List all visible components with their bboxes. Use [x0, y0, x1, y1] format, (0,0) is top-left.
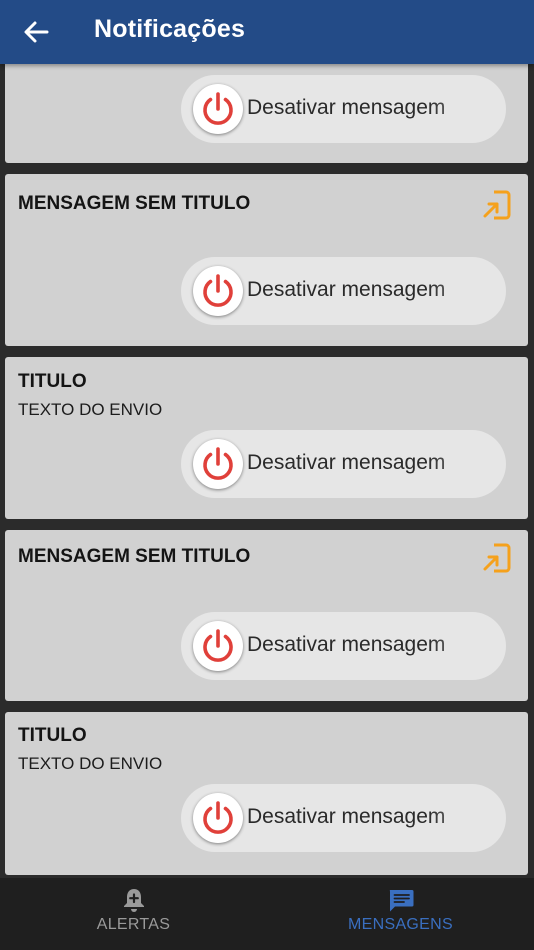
deactivate-message-button[interactable]: Desativar mensagem — [181, 257, 506, 325]
deactivate-message-button[interactable]: Desativar mensagem — [181, 430, 506, 498]
bottom-navigation: ALERTAS MENSAGENS — [0, 878, 534, 950]
message-icon — [389, 890, 413, 912]
card-text: TEXTO DO ENVIO — [18, 754, 163, 773]
bell-plus-icon — [123, 889, 144, 912]
page-title: Notificações — [94, 15, 246, 43]
card-text: TEXTO DO ENVIO — [18, 400, 163, 419]
card-title: MENSAGEM SEM TITULO — [18, 546, 251, 567]
deactivate-message-button[interactable]: Desativar mensagem — [181, 75, 506, 143]
nav-item-alertas[interactable]: ALERTAS — [0, 878, 267, 950]
card-title: TITULO — [18, 371, 87, 392]
app-bar: Notificações — [0, 0, 534, 64]
deactivate-message-button[interactable]: Desativar mensagem — [181, 784, 506, 852]
notification-card: Desativar mensagem — [5, 64, 528, 163]
power-icon — [193, 84, 243, 134]
notification-card: TITULO TEXTO DO ENVIO Desativar mensagem — [5, 357, 528, 519]
deactivate-message-label: Desativar mensagem — [247, 451, 446, 474]
deactivate-message-label: Desativar mensagem — [247, 278, 446, 301]
power-icon — [193, 621, 243, 671]
back-button[interactable] — [18, 16, 54, 48]
notification-card: MENSAGEM SEM TITULO Desativar mensagem — [5, 530, 528, 701]
deactivate-message-label: Desativar mensagem — [247, 633, 446, 656]
card-title: TITULO — [18, 725, 87, 746]
nav-label-mensagens: MENSAGENS — [348, 916, 453, 933]
deactivate-message-label: Desativar mensagem — [247, 805, 446, 828]
notification-list[interactable]: Desativar mensagem MENSAGEM SEM TITULO D… — [0, 64, 534, 878]
power-icon — [193, 439, 243, 489]
open-in-icon[interactable] — [480, 541, 512, 575]
arrow-back-icon — [24, 21, 49, 43]
deactivate-message-label: Desativar mensagem — [247, 96, 446, 119]
deactivate-message-button[interactable]: Desativar mensagem — [181, 612, 506, 680]
power-icon — [193, 793, 243, 843]
nav-item-mensagens[interactable]: MENSAGENS — [267, 878, 534, 950]
card-title: MENSAGEM SEM TITULO — [18, 193, 251, 214]
power-icon — [193, 266, 243, 316]
nav-label-alertas: ALERTAS — [96, 916, 171, 933]
notification-card: TITULO TEXTO DO ENVIO Desativar mensagem — [5, 712, 528, 875]
notification-card: MENSAGEM SEM TITULO Desativar mensagem — [5, 174, 528, 346]
open-in-icon[interactable] — [480, 188, 512, 222]
